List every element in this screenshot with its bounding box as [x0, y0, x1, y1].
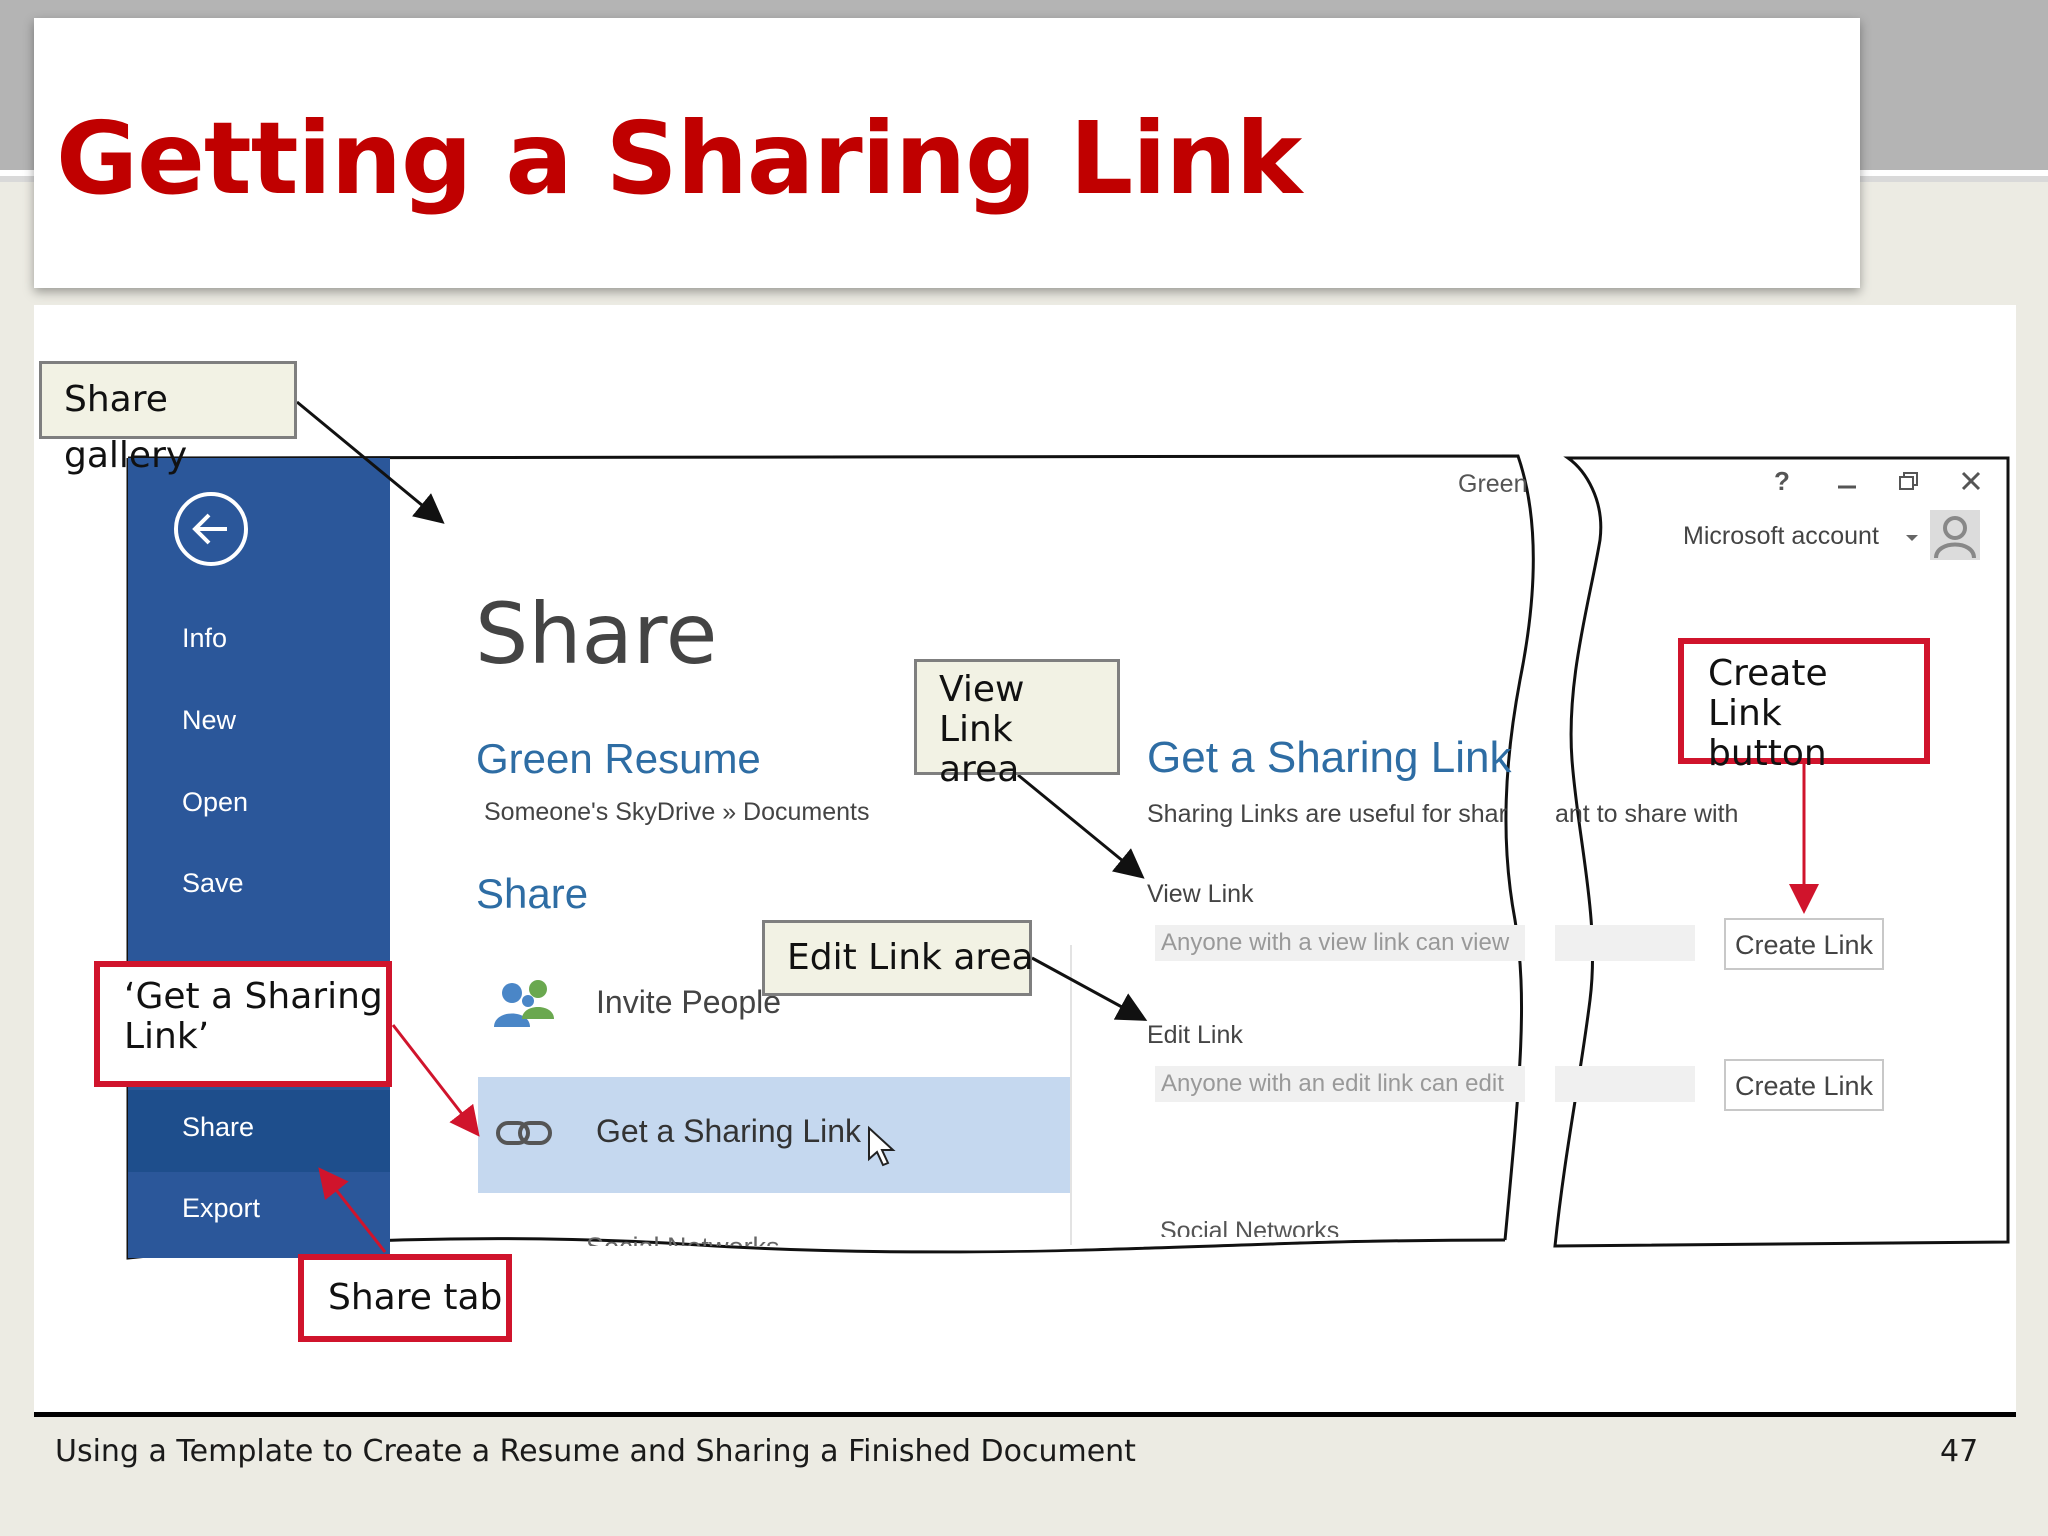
- callout-view-link-area-line2: area: [939, 749, 1020, 790]
- callout-get-sharing-link-line2: Link’: [124, 1016, 210, 1057]
- callout-view-link-area: View Link area: [914, 659, 1120, 790]
- callout-get-sharing-link: ‘Get a Sharing Link’: [94, 961, 392, 1087]
- callout-share-gallery: Share gallery: [39, 361, 297, 476]
- callout-share-tab: Share tab: [298, 1254, 512, 1342]
- callout-view-link-area-line1: View Link: [939, 669, 1025, 750]
- callout-get-sharing-link-line1: ‘Get a Sharing: [124, 976, 383, 1017]
- footer-rule: [34, 1412, 2016, 1417]
- callout-create-link-button: Create Link button: [1678, 638, 1930, 774]
- callout-create-link-button-line1: Create Link: [1708, 653, 1828, 734]
- callout-create-link-button-line2: button: [1708, 733, 1827, 774]
- page-number: 47: [1940, 1434, 1979, 1469]
- footer-text: Using a Template to Create a Resume and …: [55, 1434, 1136, 1469]
- callout-edit-link-area: Edit Link area: [762, 920, 1034, 996]
